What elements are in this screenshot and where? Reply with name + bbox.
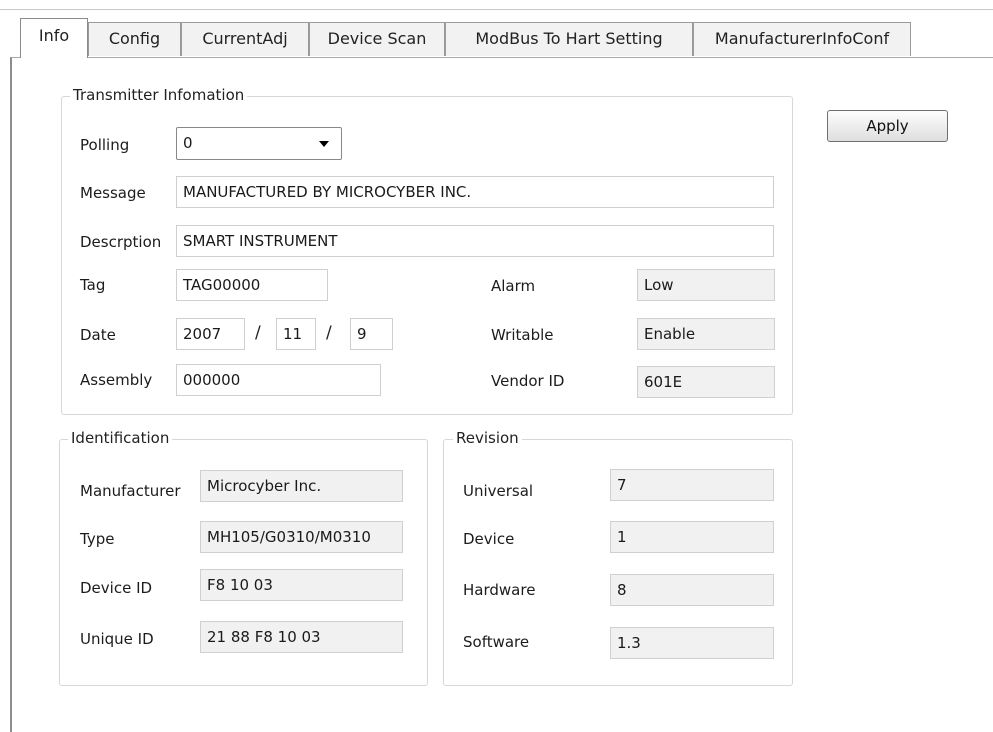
date-day-input[interactable]: 9 xyxy=(350,318,393,350)
assembly-input[interactable]: 000000 xyxy=(176,364,381,396)
alarm-value: Low xyxy=(637,269,775,301)
date-separator: / xyxy=(255,323,261,343)
tab-config[interactable]: Config xyxy=(88,22,181,56)
description-label: Descrption xyxy=(80,233,162,251)
universal-value: 7 xyxy=(610,469,774,501)
tab-device-scan[interactable]: Device Scan xyxy=(309,22,445,56)
writable-value: Enable xyxy=(637,318,775,350)
vendor-id-label: Vendor ID xyxy=(491,372,565,390)
tab-modbus-to-hart-setting[interactable]: ModBus To Hart Setting xyxy=(445,22,693,56)
hardware-value: 8 xyxy=(610,574,774,606)
software-value: 1.3 xyxy=(610,627,774,659)
type-label: Type xyxy=(80,530,115,548)
message-input[interactable]: MANUFACTURED BY MICROCYBER INC. xyxy=(176,176,774,208)
manufacturer-value: Microcyber Inc. xyxy=(200,470,403,502)
manufacturer-label: Manufacturer xyxy=(80,482,181,500)
date-separator: / xyxy=(326,323,332,343)
device-revision-label: Device xyxy=(463,530,515,548)
tag-label: Tag xyxy=(80,276,106,294)
unique-id-value: 21 88 F8 10 03 xyxy=(200,621,403,653)
device-id-label: Device ID xyxy=(80,579,153,597)
writable-label: Writable xyxy=(491,326,554,344)
tab-info[interactable]: Info xyxy=(20,18,88,58)
window-top-border xyxy=(0,9,993,10)
alarm-label: Alarm xyxy=(491,277,536,295)
date-label: Date xyxy=(80,326,116,344)
vendor-id-value: 601E xyxy=(637,366,775,398)
chevron-down-icon xyxy=(319,141,329,147)
polling-value: 0 xyxy=(183,134,193,152)
description-input[interactable]: SMART INSTRUMENT xyxy=(176,225,774,257)
type-value: MH105/G0310/M0310 xyxy=(200,521,403,553)
software-label: Software xyxy=(463,633,530,651)
polling-select[interactable]: 0 xyxy=(176,127,342,160)
unique-id-label: Unique ID xyxy=(80,630,154,648)
universal-label: Universal xyxy=(463,482,534,500)
revision-title: Revision xyxy=(453,429,522,447)
identification-title: Identification xyxy=(68,429,173,447)
device-revision-value: 1 xyxy=(610,521,774,553)
tag-input[interactable]: TAG00000 xyxy=(176,269,328,301)
hardware-label: Hardware xyxy=(463,581,536,599)
tab-currentadj[interactable]: CurrentAdj xyxy=(181,22,309,56)
assembly-label: Assembly xyxy=(80,371,153,389)
message-label: Message xyxy=(80,184,146,202)
tab-manufacturerinfoconf[interactable]: ManufacturerInfoConf xyxy=(693,22,911,56)
date-year-input[interactable]: 2007 xyxy=(176,318,245,350)
apply-button[interactable]: Apply xyxy=(827,110,948,142)
device-id-value: F8 10 03 xyxy=(200,569,403,601)
date-month-input[interactable]: 11 xyxy=(276,318,316,350)
transmitter-info-title: Transmitter Infomation xyxy=(70,86,248,104)
polling-label: Polling xyxy=(80,136,130,154)
